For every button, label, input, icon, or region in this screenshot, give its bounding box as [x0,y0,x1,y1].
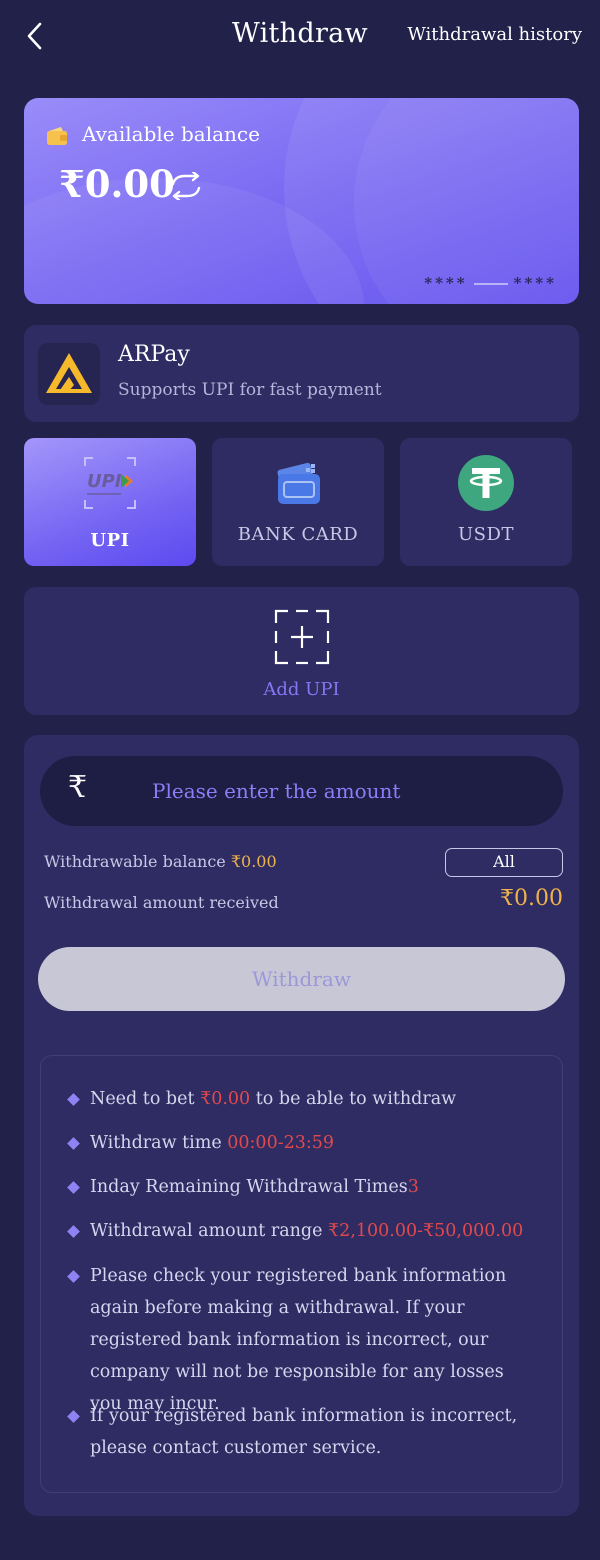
rule-item: Please check your registered bank inform… [67,1260,539,1420]
arpay-logo-icon [46,353,92,393]
tab-upi-label: UPI [90,530,130,551]
amount-input[interactable] [150,766,550,816]
withdrawable-balance-value: ₹0.00 [230,852,277,871]
withdrawal-history-link[interactable]: Withdrawal history [407,24,582,45]
rule-item: Withdraw time 00:00-23:59 [67,1127,539,1159]
balance-card: Available balance ₹0.00 **** **** [24,98,579,304]
tab-bank-card[interactable]: BANK CARD [212,438,384,566]
withdrawable-balance-label: Withdrawable balance [44,852,226,871]
bank-card-icon [277,462,320,504]
withdraw-rules: Need to bet ₹0.00 to be able to withdraw… [40,1055,563,1493]
tab-usdt[interactable]: USDT [400,438,572,566]
upi-icon: UPI [84,457,136,509]
refresh-icon[interactable] [168,172,204,200]
payment-provider-card[interactable]: ARPay Supports UPI for fast payment [24,325,579,422]
rule-item: If your registered bank information is i… [67,1400,539,1464]
add-icon [274,609,330,665]
arpay-logo [38,343,100,405]
add-upi-button[interactable]: Add UPI [24,587,579,715]
tab-usdt-label: USDT [458,524,514,545]
card-number-mask: **** **** [424,274,557,292]
tab-bank-card-label: BANK CARD [237,524,359,545]
rule-item: Need to bet ₹0.00 to be able to withdraw [67,1083,539,1115]
all-button[interactable]: All [445,848,563,877]
amount-received-label: Withdrawal amount received [44,893,279,912]
usdt-icon [458,455,514,511]
balance-amount: ₹0.00 [59,162,175,206]
svg-text:UPI: UPI [87,471,122,492]
available-balance-label: Available balance [82,122,260,146]
add-upi-label: Add UPI [263,679,340,700]
provider-name: ARPay [118,342,190,367]
rule-item: Withdrawal amount range ₹2,100.00-₹50,00… [67,1215,539,1247]
tab-upi[interactable]: UPI UPI [24,438,196,566]
withdrawable-balance: Withdrawable balance ₹0.00 [44,852,277,871]
card-mask-left: **** [424,274,468,292]
rupee-icon: ₹ [68,770,88,805]
card-mask-right: **** [513,274,557,292]
withdraw-form: ₹ Withdrawable balance ₹0.00 All Withdra… [24,735,579,1516]
rule-item: Inday Remaining Withdrawal Times3 [67,1171,539,1203]
provider-description: Supports UPI for fast payment [118,380,382,400]
wallet-icon [47,127,67,145]
withdraw-button[interactable]: Withdraw [38,947,565,1011]
header: Withdraw Withdrawal history [0,0,600,72]
amount-received-value: ₹0.00 [500,886,563,911]
amount-field[interactable]: ₹ [40,756,563,826]
